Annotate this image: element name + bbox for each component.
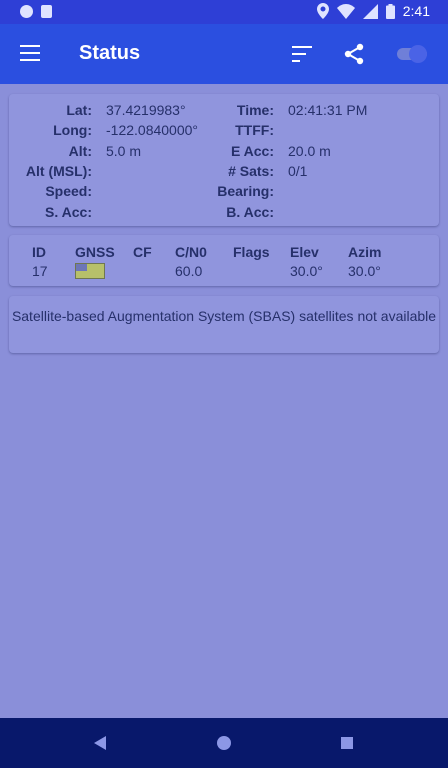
col-header-azim: Azim [348, 244, 382, 260]
location-icon [316, 3, 329, 19]
sats-value: 0/1 [288, 163, 308, 179]
sbas-message: Satellite-based Augmentation System (SBA… [11, 308, 437, 324]
gps-toggle[interactable] [393, 45, 429, 63]
col-header-elev: Elev [290, 244, 319, 260]
col-header-cf: CF [133, 244, 152, 260]
alt-msl-label: Alt (MSL): [25, 163, 92, 179]
share-icon[interactable] [342, 42, 366, 66]
bearing-label: Bearing: [217, 183, 274, 199]
sort-icon[interactable] [292, 46, 312, 62]
status-bar: 2:41 [0, 0, 448, 24]
sd-card-icon [41, 5, 52, 18]
battery-icon [385, 3, 395, 19]
recent-apps-icon[interactable] [341, 737, 353, 749]
col-header-cn0: C/N0 [175, 244, 207, 260]
home-icon[interactable] [217, 736, 231, 750]
lat-label: Lat: [66, 102, 92, 118]
alt-value: 5.0 m [106, 143, 142, 159]
sbas-card: Satellite-based Augmentation System (SBA… [9, 296, 439, 353]
long-value: -122.0840000° [106, 122, 199, 138]
long-label: Long: [53, 122, 92, 138]
wifi-icon [336, 3, 355, 19]
col-header-id: ID [32, 244, 46, 260]
satellite-id: 17 [32, 263, 48, 279]
us-flag-icon [75, 263, 105, 279]
location-status-card: Lat: 37.4219983° Long: -122.0840000° Alt… [9, 94, 439, 226]
back-icon[interactable] [94, 736, 106, 750]
e-acc-value: 20.0 m [288, 143, 331, 159]
app-toolbar: Status [0, 24, 448, 84]
clock-time: 2:41 [402, 3, 430, 19]
col-header-gnss: GNSS [75, 244, 115, 260]
e-acc-label: E Acc: [230, 143, 274, 159]
notification-dot-icon [20, 5, 33, 18]
alt-label: Alt: [68, 143, 92, 159]
menu-icon[interactable] [20, 45, 40, 63]
s-acc-label: S. Acc: [45, 204, 92, 220]
ttff-label: TTFF: [235, 122, 274, 138]
lat-value: 37.4219983° [106, 102, 186, 118]
satellite-elev: 30.0° [290, 263, 323, 279]
satellite-azim: 30.0° [348, 263, 381, 279]
satellite-cn0: 60.0 [175, 263, 203, 279]
b-acc-label: B. Acc: [226, 204, 274, 220]
time-value: 02:41:31 PM [288, 102, 368, 118]
signal-icon [362, 3, 378, 19]
time-label: Time: [236, 102, 274, 118]
col-header-flags: Flags [233, 244, 270, 260]
page-title: Status [79, 42, 141, 64]
speed-label: Speed: [45, 183, 92, 199]
navigation-bar [0, 718, 448, 768]
sats-label: # Sats: [228, 163, 274, 179]
satellite-table-card: ID GNSS CF C/N0 Flags Elev Azim 17 60.0 … [9, 235, 439, 286]
